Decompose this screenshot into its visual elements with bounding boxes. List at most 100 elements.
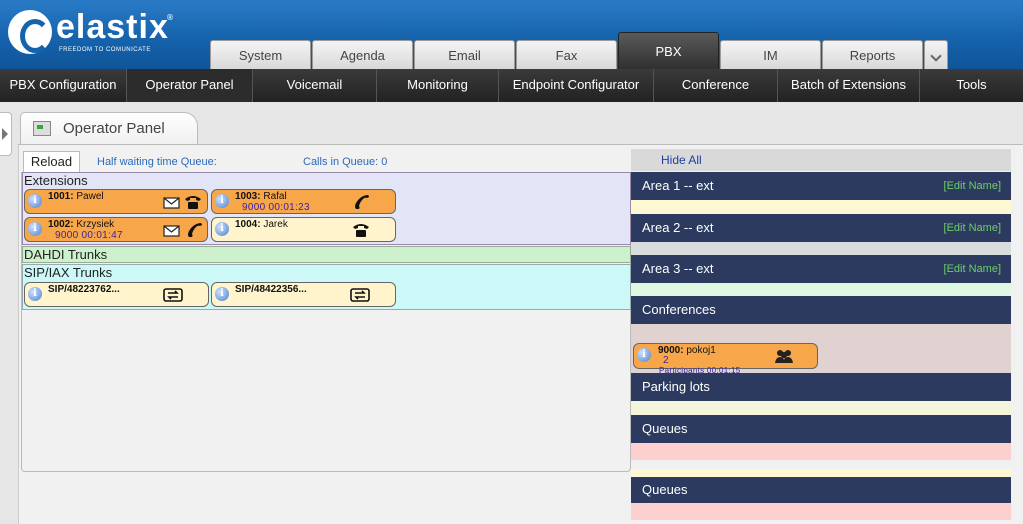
section-title: DAHDI Trunks [24,247,108,262]
logo-tagline: FREEDOM TO COMUNICATE [59,47,151,53]
submenu-tools[interactable]: Tools [920,69,1023,102]
trunk-label: SIP/48422356... [235,284,307,295]
submenu-voicemail[interactable]: Voicemail [253,69,377,102]
tab-im[interactable]: IM [720,40,821,69]
conference-card-9000[interactable]: i 9000: pokoj1 2 Participants 00:01:15 [633,343,818,375]
submenu-pbx-configuration[interactable]: PBX Configuration [0,69,127,102]
extension-card-1002[interactable]: i 1002: Krzysiek 9000 00:01:47 [24,217,208,242]
half-waiting-time-label: Half waiting time Queue: [97,156,217,168]
logo-registered-mark: ® [166,13,174,22]
operator-panel: Reload Half waiting time Queue: Calls in… [18,144,1023,524]
area-2-body [631,242,1011,256]
extension-card-1001[interactable]: i 1001: Pawel [24,189,208,214]
queues-body-2 [631,503,1011,520]
spacer [631,469,1011,477]
tab-email[interactable]: Email [414,40,515,69]
tab-fax[interactable]: Fax [516,40,617,69]
area-3-header[interactable]: Area 3 -- ext [Edit Name] [631,255,1011,283]
participant-count: 2 [663,355,669,366]
handset-icon [352,193,372,211]
info-icon[interactable]: i [28,194,42,208]
parking-lots-header[interactable]: Parking lots [631,373,1011,401]
parking-lots-body [631,401,1011,415]
tab-system[interactable]: System [210,40,311,69]
info-icon[interactable]: i [215,287,229,301]
hide-all-link[interactable]: Hide All [661,153,702,167]
extension-name: Rafal [263,191,287,202]
tab-reports[interactable]: Reports [822,40,923,69]
info-icon[interactable]: i [215,222,229,236]
trunk-icon [350,286,370,304]
tab-pbx[interactable]: PBX [618,32,719,69]
logo-brand: elastix [56,8,169,46]
extension-number: 1002: [48,219,74,230]
queues-body [631,443,1011,460]
extension-label: 1003: Rafal [235,191,287,202]
extension-card-1003[interactable]: i 1003: Rafal 9000 00:01:23 [211,189,396,214]
extension-name: Krzysiek [76,219,115,230]
trunk-card[interactable]: i SIP/48223762... [24,282,209,307]
extension-number: 1003: [235,191,261,202]
main-menu-tabs: System Agenda Email Fax PBX IM Reports [210,32,949,69]
submenu-batch-of-extensions[interactable]: Batch of Extensions [778,69,920,102]
extension-number: 1004: [235,219,261,230]
info-icon[interactable]: i [28,222,42,236]
area-2-header[interactable]: Area 2 -- ext [Edit Name] [631,214,1011,242]
info-icon[interactable]: i [215,194,229,208]
group-icon [774,347,794,365]
more-tabs-button[interactable] [924,40,948,69]
elastix-logo[interactable]: elastix ® FREEDOM TO COMUNICATE [8,8,178,58]
edit-name-link[interactable]: [Edit Name] [944,214,1001,242]
submenu-conference[interactable]: Conference [654,69,778,102]
tab-agenda[interactable]: Agenda [312,40,413,69]
area-1-header[interactable]: Area 1 -- ext [Edit Name] [631,172,1011,200]
trunk-icon [163,286,183,304]
section-title: Extensions [24,173,88,188]
sip-iax-trunks-section: SIP/IAX Trunks i SIP/48223762... i SIP/4… [22,264,631,310]
extension-name: Pawel [76,191,104,202]
submenu-endpoint-configurator[interactable]: Endpoint Configurator [499,69,654,102]
envelope-icon [162,221,182,239]
queues-header[interactable]: Queues [631,415,1011,443]
extension-number: 1001: [48,191,74,202]
trunk-card[interactable]: i SIP/48422356... [211,282,396,307]
extensions-section: Extensions i 1001: Pawel i 1003: Rafal 9… [22,172,631,245]
submenu-operator-panel[interactable]: Operator Panel [127,69,253,102]
desk-phone-icon [183,193,203,211]
area-1-body [631,200,1011,214]
elastix-logo-icon [8,10,52,54]
queues-header-2[interactable]: Queues [631,477,1011,503]
operator-panel-tab: Operator Panel [20,112,198,144]
envelope-icon [162,193,182,211]
chevron-down-icon [930,50,942,62]
operator-panel-icon [33,121,51,136]
reload-button[interactable]: Reload [23,151,80,172]
edit-name-link[interactable]: [Edit Name] [944,172,1001,200]
extension-card-1004[interactable]: i 1004: Jarek [211,217,396,242]
left-panel: Extensions i 1001: Pawel i 1003: Rafal 9… [21,172,631,472]
call-detail: 9000 00:01:47 [55,230,123,241]
calls-in-queue-label: Calls in Queue: 0 [303,156,388,168]
app-header: elastix ® FREEDOM TO COMUNICATE System A… [0,0,1023,69]
extension-label: 1001: Pawel [48,191,104,202]
content-area: Operator Panel Reload Half waiting time … [0,102,1023,524]
edit-name-link[interactable]: [Edit Name] [944,255,1001,283]
trunk-label: SIP/48223762... [48,284,120,295]
call-detail: 9000 00:01:23 [242,202,310,213]
desk-phone-icon [351,221,371,239]
info-icon[interactable]: i [637,348,651,362]
section-title: SIP/IAX Trunks [24,265,113,280]
pbx-submenu: PBX Configuration Operator Panel Voicema… [0,69,1023,102]
handset-icon [185,221,205,239]
page-title: Operator Panel [63,120,165,137]
extension-label: 1004: Jarek [235,219,288,230]
submenu-monitoring[interactable]: Monitoring [377,69,499,102]
conferences-header[interactable]: Conferences [631,296,1011,324]
area-3-body [631,283,1011,297]
sidebar-toggle[interactable] [0,112,12,156]
panel-toolbar: Reload Half waiting time Queue: Calls in… [21,149,1011,172]
extension-name: Jarek [263,219,288,230]
info-icon[interactable]: i [28,287,42,301]
dahdi-trunks-section: DAHDI Trunks [22,246,631,263]
extension-label: 1002: Krzysiek [48,219,114,230]
